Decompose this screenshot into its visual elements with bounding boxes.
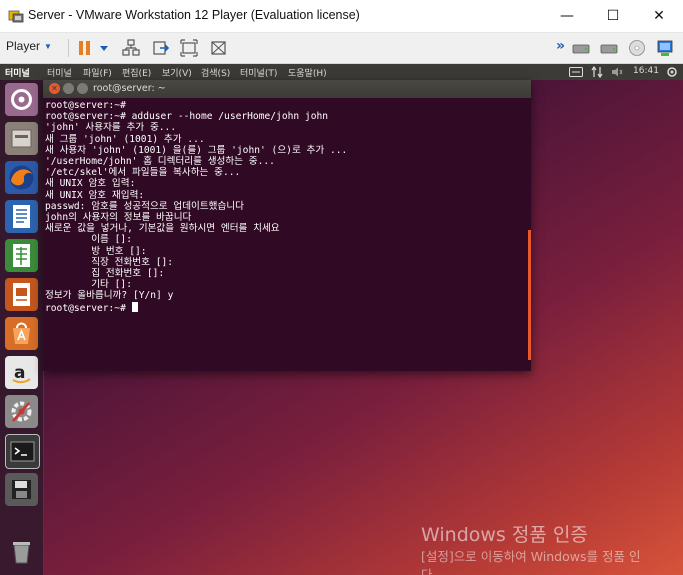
terminal-icon[interactable]: [5, 434, 40, 469]
impress-icon[interactable]: [5, 278, 38, 311]
terminal-line: root@server:~# adduser --home /userHome/…: [45, 111, 329, 123]
terminal-prompt-line[interactable]: root@server:~#: [45, 301, 531, 314]
terminal-line: 새 UNIX 암호 입력:: [45, 178, 136, 190]
terminal-title: root@server: ~: [93, 83, 166, 94]
dash-icon[interactable]: [5, 83, 38, 116]
pause-dropdown-icon[interactable]: [98, 39, 110, 57]
terminal-cursor: [131, 301, 138, 312]
active-app-name: 터미널: [5, 69, 30, 79]
volume-icon[interactable]: [611, 67, 623, 77]
menu-file[interactable]: 파일(F): [83, 66, 112, 79]
network-adapter-icon[interactable]: [656, 39, 674, 57]
software-center-icon[interactable]: [5, 317, 38, 350]
player-menu-label: Player: [6, 39, 41, 53]
cd-dvd-icon[interactable]: [628, 39, 646, 57]
firefox-icon[interactable]: [5, 161, 38, 194]
unity-mode-icon[interactable]: [210, 39, 228, 57]
terminal-line: 새 그룹 'john' (1001) 추가 ...: [45, 133, 205, 145]
keyboard-icon[interactable]: [569, 67, 583, 77]
network-icon[interactable]: [122, 39, 140, 57]
terminal-line: 새 사용자 'john' (1001) 을(를) 그룹 'john' (으)로 …: [45, 144, 348, 156]
toolbar-overflow-icon[interactable]: »: [556, 38, 565, 54]
vmware-toolbar: Player ▼ »: [0, 33, 683, 64]
menu-terminal-t[interactable]: 터미널(T): [240, 66, 277, 79]
maximize-button[interactable]: ☐: [590, 0, 636, 32]
power-gear-icon[interactable]: [666, 66, 678, 78]
terminal-line: 이름 []:: [45, 234, 132, 246]
terminal-line: 직장 전화번호 []:: [45, 256, 174, 268]
settings-icon[interactable]: [5, 395, 38, 428]
activation-watermark-text: [설정]으로 이동하여 Windows를 정품 인: [421, 549, 641, 564]
pause-icon[interactable]: [76, 39, 94, 57]
activation-watermark-text-cont: 다: [421, 567, 433, 575]
svg-text:a: a: [14, 363, 25, 383]
close-icon: ✕: [653, 8, 665, 24]
save-icon[interactable]: [5, 473, 38, 506]
menu-help[interactable]: 도움말(H): [288, 66, 327, 79]
terminal-window[interactable]: ✕ root@server: ~ root@server:~# root@serv…: [43, 80, 531, 371]
send-keys-icon[interactable]: [152, 39, 170, 57]
terminal-maximize-button[interactable]: [77, 83, 88, 94]
writer-icon[interactable]: [5, 200, 38, 233]
chevron-down-icon: ▼: [44, 41, 52, 51]
close-button[interactable]: ✕: [636, 0, 682, 32]
player-menu-button[interactable]: Player ▼: [6, 39, 52, 53]
toolbar-divider: [68, 39, 69, 57]
ubuntu-launcher: a: [0, 80, 44, 575]
terminal-scrollbar[interactable]: [528, 230, 531, 360]
menu-edit[interactable]: 편집(E): [122, 66, 151, 79]
terminal-line: 기타 []:: [45, 279, 132, 291]
network-arrows-icon[interactable]: [591, 66, 603, 78]
ubuntu-top-panel: 터미널 터미널 파일(F) 편집(E) 보기(V) 검색(S) 터미널(T) 도…: [0, 64, 683, 80]
fullscreen-icon[interactable]: [180, 39, 198, 57]
terminal-line: john의 사용자의 정보를 바꿉니다: [45, 212, 192, 224]
terminal-line: passwd: 암호를 성공적으로 업데이트했습니다: [45, 200, 244, 212]
activation-watermark-title: Windows 정품 인증: [421, 524, 588, 546]
terminal-line: root@server:~#: [45, 100, 126, 111]
terminal-line: 정보가 올바릅니까? [Y/n] y: [45, 290, 174, 302]
terminal-title-bar[interactable]: ✕ root@server: ~: [43, 80, 531, 98]
terminal-output[interactable]: root@server:~# root@server:~# adduser --h…: [43, 98, 531, 314]
terminal-line: 'john' 사용자를 추가 중...: [45, 122, 177, 134]
menu-search[interactable]: 검색(S): [201, 66, 230, 79]
clock[interactable]: 16:41: [633, 66, 659, 76]
vmware-app-icon: [8, 10, 24, 23]
menu-view[interactable]: 보기(V): [162, 66, 192, 79]
terminal-line: 새 UNIX 암호 재입력:: [45, 189, 145, 201]
guest-screen[interactable]: 터미널 터미널 파일(F) 편집(E) 보기(V) 검색(S) 터미널(T) 도…: [0, 64, 683, 575]
terminal-line: 방 번호 []:: [45, 245, 147, 257]
terminal-line: 새로운 값을 넣거나, 기본값을 원하시면 엔터를 치세요: [45, 223, 280, 235]
maximize-icon: ☐: [606, 8, 620, 24]
files-icon[interactable]: [5, 122, 38, 155]
amazon-icon[interactable]: a: [5, 356, 38, 389]
terminal-line: '/userHome/john' 홈 디렉터리를 생성하는 중...: [45, 156, 275, 168]
calc-icon[interactable]: [5, 239, 38, 272]
close-icon: ✕: [51, 84, 58, 93]
hard-disk-2-icon[interactable]: [600, 39, 618, 57]
minimize-icon: —: [560, 8, 574, 24]
window-title: Server - VMware Workstation 12 Player (E…: [28, 8, 360, 22]
terminal-minimize-button[interactable]: [63, 83, 74, 94]
hard-disk-icon[interactable]: [572, 39, 590, 57]
vmware-title-bar: Server - VMware Workstation 12 Player (E…: [0, 0, 683, 33]
menu-terminal[interactable]: 터미널: [47, 66, 72, 79]
trash-icon[interactable]: [5, 535, 38, 568]
terminal-line: '/etc/skel'에서 파일들을 복사하는 중...: [45, 167, 241, 179]
terminal-line: 집 전화번호 []:: [45, 268, 165, 280]
minimize-button[interactable]: —: [544, 0, 590, 32]
terminal-close-button[interactable]: ✕: [49, 83, 60, 94]
terminal-prompt: root@server:~#: [45, 302, 132, 314]
